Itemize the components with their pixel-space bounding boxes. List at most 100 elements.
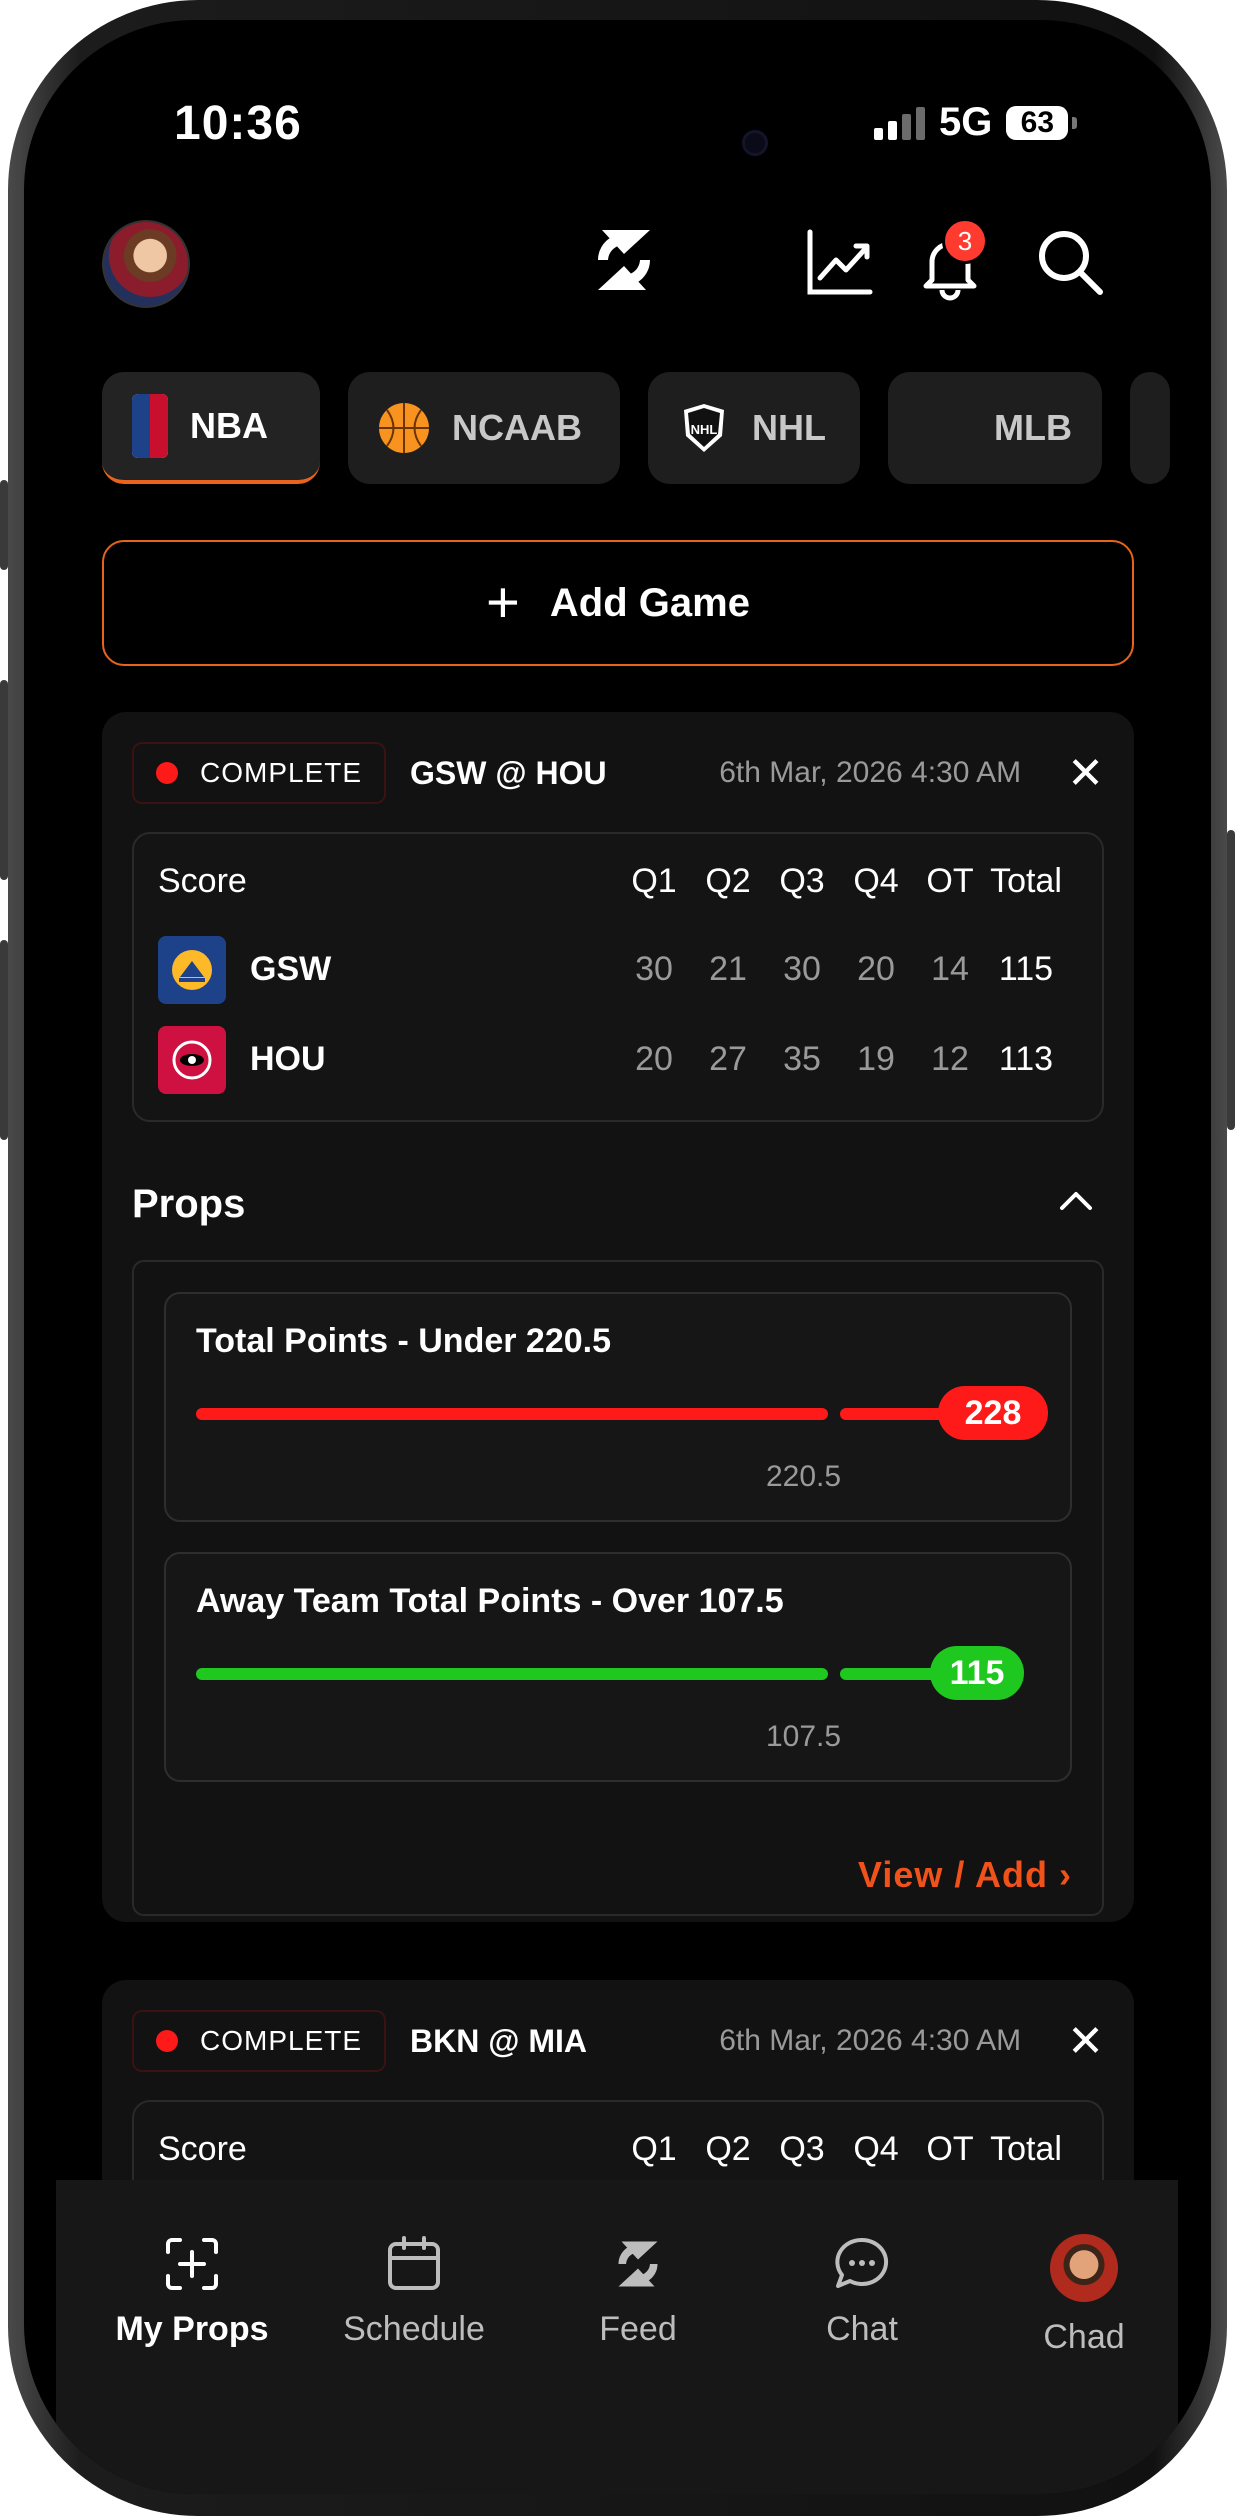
add-game-label: Add Game — [549, 580, 750, 625]
progress-bar — [196, 1668, 828, 1680]
score-label: Score — [158, 2130, 247, 2168]
tab-nhl[interactable]: NHL NHL — [648, 372, 860, 484]
prop-card[interactable]: Away Team Total Points - Over 107.5 115 … — [164, 1552, 1072, 1782]
tab-label: NCAAB — [452, 407, 582, 448]
period-header: Total — [990, 862, 1062, 900]
view-add-link[interactable]: View / Add › — [858, 1854, 1072, 1896]
period-header: OT — [926, 2130, 974, 2168]
tab-more[interactable] — [1130, 372, 1170, 484]
add-game-button[interactable]: + Add Game — [102, 540, 1134, 666]
tab-schedule[interactable]: Schedule — [314, 2234, 514, 2349]
battery-icon: 63 — [1006, 105, 1078, 140]
status-badge: COMPLETE — [132, 2010, 387, 2072]
hou-logo-icon — [158, 1026, 226, 1094]
game-datetime: 6th Mar, 2026 4:30 AM — [719, 2024, 1022, 2057]
tab-nba[interactable]: NBA — [102, 372, 320, 484]
score-header-row: Score Q1 Q2 Q3 Q4 OT Total — [158, 862, 1078, 932]
tab-label: My Props — [115, 2310, 269, 2348]
team-score-row: HOU 20 27 35 19 12 113 — [158, 1022, 1078, 1112]
search-icon[interactable] — [1034, 226, 1106, 298]
battery-level: 63 — [1020, 105, 1055, 139]
period-score: 12 — [931, 1040, 969, 1078]
prop-card[interactable]: Total Points - Under 220.5 228 220.5 — [164, 1292, 1072, 1522]
matchup: GSW @ HOU — [410, 754, 607, 791]
signal-icon — [874, 106, 925, 140]
period-score: 21 — [709, 950, 747, 988]
period-score: 30 — [783, 950, 821, 988]
period-header: Total — [990, 2130, 1062, 2168]
period-header: Q2 — [705, 2130, 751, 2168]
league-tabs: NBA NCAAB NHL NHL MLB — [102, 372, 1170, 484]
front-camera — [742, 130, 768, 156]
prop-title: Away Team Total Points - Over 107.5 — [196, 1582, 784, 1620]
props-title: Props — [132, 1182, 246, 1226]
brand-logo-icon[interactable] — [584, 220, 664, 300]
game-card: COMPLETE GSW @ HOU 6th Mar, 2026 4:30 AM… — [102, 712, 1134, 1922]
period-header: Q1 — [631, 2130, 677, 2168]
bottom-tab-bar: My Props Schedule Feed Chat Chad — [56, 2180, 1178, 2494]
chat-bubble-icon — [835, 2237, 889, 2288]
props-list: Total Points - Under 220.5 228 220.5 Awa… — [132, 1260, 1104, 1916]
profile-avatar — [1050, 2234, 1118, 2302]
chart-icon[interactable] — [804, 226, 876, 298]
tab-mlb[interactable]: MLB — [888, 372, 1102, 484]
period-score: 20 — [857, 950, 895, 988]
period-header: Q3 — [779, 2130, 825, 2168]
period-score: 14 — [931, 950, 969, 988]
status-label: COMPLETE — [200, 2025, 363, 2056]
basketball-icon — [379, 403, 429, 453]
status-time: 10:36 — [174, 97, 302, 150]
tab-label: MLB — [994, 407, 1072, 448]
period-header: Q4 — [853, 2130, 899, 2168]
tab-label: NBA — [190, 405, 268, 446]
chevron-up-icon[interactable] — [1056, 1180, 1096, 1220]
period-header: Q1 — [631, 862, 677, 900]
tab-chat[interactable]: Chat — [762, 2234, 962, 2349]
tab-feed[interactable]: Feed — [538, 2234, 738, 2349]
status-indicators: 5G 63 — [874, 100, 1078, 145]
period-score: 35 — [783, 1040, 821, 1078]
result-badge: 115 — [930, 1646, 1024, 1700]
matchup: BKN @ MIA — [410, 2022, 587, 2059]
close-icon[interactable]: ✕ — [1067, 2016, 1104, 2067]
total-score: 113 — [998, 1040, 1054, 1078]
side-button — [0, 940, 8, 1140]
progress-bar-overage — [840, 1668, 940, 1680]
tab-label: Chad — [1043, 2318, 1125, 2356]
side-button — [0, 680, 8, 880]
tab-label: Chat — [826, 2310, 898, 2348]
tab-label: Schedule — [343, 2310, 485, 2348]
period-header: Q4 — [853, 862, 899, 900]
period-header: Q3 — [779, 862, 825, 900]
game-datetime: 6th Mar, 2026 4:30 AM — [719, 756, 1022, 789]
tab-my-props[interactable]: My Props — [92, 2234, 292, 2349]
status-badge: COMPLETE — [132, 742, 387, 804]
game-header: COMPLETE BKN @ MIA 6th Mar, 2026 4:30 AM… — [132, 2010, 1104, 2072]
nba-logo-icon — [132, 394, 168, 458]
svg-text:NHL: NHL — [691, 422, 718, 437]
result-badge: 228 — [938, 1386, 1048, 1440]
team-name: HOU — [250, 1040, 326, 1078]
period-score: 30 — [635, 950, 673, 988]
period-header: Q2 — [705, 862, 751, 900]
gsw-logo-icon — [158, 936, 226, 1004]
nhl-logo-icon: NHL — [684, 404, 724, 452]
game-header: COMPLETE GSW @ HOU 6th Mar, 2026 4:30 AM… — [132, 742, 1104, 804]
avatar[interactable] — [102, 220, 190, 308]
progress-bar-overage — [840, 1408, 950, 1420]
tab-chad[interactable]: Chad — [984, 2234, 1184, 2357]
score-label: Score — [158, 862, 247, 900]
progress-bar — [196, 1408, 828, 1420]
close-icon[interactable]: ✕ — [1067, 748, 1104, 799]
tab-label: NHL — [752, 407, 826, 448]
team-name: GSW — [250, 950, 332, 988]
tab-ncaab[interactable]: NCAAB — [348, 372, 620, 484]
add-square-icon — [166, 2238, 218, 2290]
status-dot-icon — [156, 2030, 178, 2052]
period-score: 27 — [709, 1040, 747, 1078]
prop-title: Total Points - Under 220.5 — [196, 1322, 612, 1360]
mlb-logo-icon — [918, 412, 972, 444]
app-screen: 10:36 5G 63 3 NBA NCAAB NHL NHL MLB + Ad… — [24, 20, 1211, 2494]
side-button — [0, 480, 8, 570]
team-score-row: GSW 30 21 30 20 14 115 — [158, 932, 1078, 1022]
